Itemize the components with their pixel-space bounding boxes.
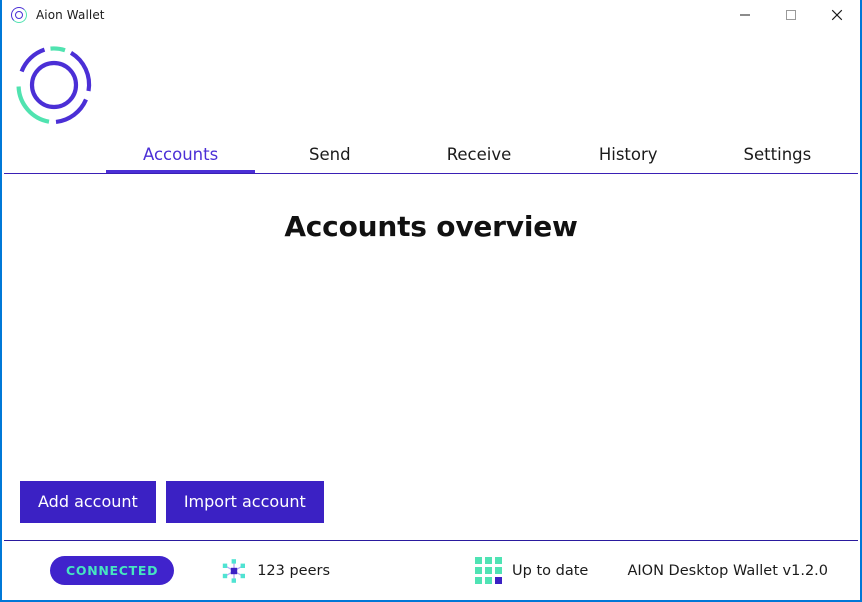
maximize-icon[interactable] [768, 0, 814, 30]
window-controls [722, 0, 860, 30]
peers-status: 123 peers [221, 558, 330, 584]
accounts-list [2, 243, 860, 481]
app-version: AION Desktop Wallet v1.2.0 [627, 562, 828, 579]
import-account-button[interactable]: Import account [165, 481, 324, 523]
tab-send[interactable]: Send [255, 145, 404, 173]
title-bar-left: Aion Wallet [2, 6, 105, 24]
aion-logo [16, 46, 92, 124]
tab-history-label: History [598, 145, 658, 164]
tab-receive-label: Receive [446, 145, 512, 164]
tab-settings-label: Settings [743, 145, 812, 164]
tab-accounts-label: Accounts [142, 145, 219, 164]
app-window: Aion Wallet Accounts Send Receive Histor… [0, 0, 862, 602]
logo-area [2, 31, 860, 139]
close-icon[interactable] [814, 0, 860, 30]
tab-receive[interactable]: Receive [404, 145, 553, 173]
blocks-grid-icon [475, 557, 503, 584]
peers-label: 123 peers [257, 562, 331, 579]
status-badge: CONNECTED [50, 556, 175, 585]
title-bar: Aion Wallet [2, 0, 860, 31]
sync-status: Up to date [475, 557, 588, 584]
tab-history[interactable]: History [554, 145, 703, 173]
tab-send-label: Send [309, 145, 351, 164]
main-navigation: Accounts Send Receive History Settings [2, 139, 860, 173]
sync-label: Up to date [512, 562, 589, 579]
main-content: Accounts overview Add account Import acc… [2, 174, 860, 540]
page-title: Accounts overview [284, 210, 578, 243]
add-account-button[interactable]: Add account [20, 481, 156, 523]
tab-accounts[interactable]: Accounts [105, 145, 256, 173]
tab-settings[interactable]: Settings [703, 145, 852, 173]
account-actions: Add account Import account [2, 481, 860, 540]
aion-ring-icon [10, 6, 28, 24]
network-node-icon [222, 558, 246, 583]
window-title: Aion Wallet [36, 8, 105, 22]
minimize-icon[interactable] [722, 0, 768, 30]
status-bar: CONNECTED 123 peers Up to date AION Desk… [2, 541, 860, 600]
